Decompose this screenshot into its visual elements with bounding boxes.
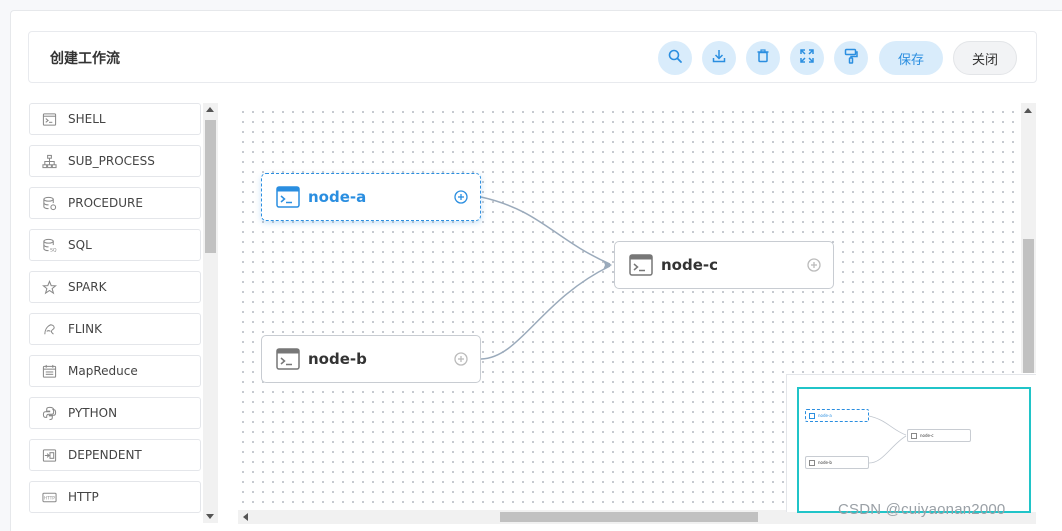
sidebar-item-label: MapReduce <box>68 364 138 378</box>
mini-shell-icon <box>809 413 815 419</box>
format-brush-icon <box>843 48 859 68</box>
sidebar-item-mapreduce[interactable]: MapReduce <box>29 355 201 387</box>
python-icon <box>41 405 57 421</box>
add-circle-icon[interactable] <box>454 352 468 366</box>
scroll-down-arrow-icon[interactable] <box>206 514 214 519</box>
minimap-node-a: node-a <box>805 409 869 422</box>
sidebar-item-sql[interactable]: SQL SQL <box>29 229 201 261</box>
sidebar-item-label: PYTHON <box>68 406 118 420</box>
minimap-edges <box>868 415 907 464</box>
flink-icon <box>41 321 57 337</box>
sidebar-item-shell[interactable]: SHELL <box>29 103 201 135</box>
download-button[interactable] <box>702 41 736 75</box>
sidebar-item-label: SHELL <box>68 112 106 126</box>
delete-icon <box>755 48 771 68</box>
sidebar-item-python[interactable]: PYTHON <box>29 397 201 429</box>
task-type-sidebar: SHELL SUB_PROCESS PROCEDURE SQL SQL SPAR… <box>29 103 219 523</box>
delete-button[interactable] <box>746 41 780 75</box>
svg-text:SQL: SQL <box>49 247 56 252</box>
spark-icon <box>41 279 57 295</box>
scroll-left-arrow-icon[interactable] <box>243 513 248 521</box>
sidebar-item-label: DEPENDENT <box>68 448 142 462</box>
sidebar-item-procedure[interactable]: PROCEDURE <box>29 187 201 219</box>
minimap-node-label: node-b <box>818 460 832 465</box>
sidebar-item-label: PROCEDURE <box>68 196 143 210</box>
dependent-icon <box>41 447 57 463</box>
node-label: node-b <box>308 350 367 368</box>
mapreduce-icon <box>41 363 57 379</box>
mini-shell-icon <box>809 460 815 466</box>
scroll-up-arrow-icon[interactable] <box>206 107 214 112</box>
sidebar-item-label: SPARK <box>68 280 107 294</box>
sidebar-item-label: HTTP <box>68 490 99 504</box>
scrollbar-thumb[interactable] <box>205 120 216 253</box>
minimap-node-b: node-b <box>805 456 869 469</box>
scroll-up-arrow-icon[interactable] <box>1024 108 1032 113</box>
http-icon: HTTP <box>41 489 57 505</box>
download-icon <box>711 48 727 68</box>
sidebar-item-dependent[interactable]: DEPENDENT <box>29 439 201 471</box>
node-label: node-a <box>308 188 367 206</box>
page-title: 创建工作流 <box>50 51 120 67</box>
sidebar-item-sub-process[interactable]: SUB_PROCESS <box>29 145 201 177</box>
minimap-node-label: node-c <box>920 433 934 438</box>
format-button[interactable] <box>834 41 868 75</box>
add-circle-icon[interactable] <box>454 190 468 204</box>
save-button[interactable]: 保存 <box>879 41 943 75</box>
sub-process-icon <box>41 153 57 169</box>
sidebar-item-spark[interactable]: SPARK <box>29 271 201 303</box>
fullscreen-icon <box>799 48 815 68</box>
sidebar-item-label: SQL <box>68 238 92 252</box>
sql-icon: SQL <box>41 237 57 253</box>
shell-node-icon <box>276 348 300 370</box>
watermark: CSDN @cuiyaonan2000 <box>838 501 1006 518</box>
node-label: node-c <box>661 256 719 274</box>
toolbar: 创建工作流 保存 关闭 <box>28 31 1037 83</box>
minimap[interactable]: node-a node-b node-c <box>786 374 1036 513</box>
shell-node-icon <box>276 186 300 208</box>
shell-node-icon <box>629 254 653 276</box>
shell-icon <box>41 111 57 127</box>
scrollbar-thumb[interactable] <box>500 512 758 522</box>
minimap-node-c: node-c <box>907 429 971 442</box>
dag-node-a[interactable]: node-a <box>261 173 481 221</box>
search-button[interactable] <box>658 41 692 75</box>
minimap-node-label: node-a <box>818 413 832 418</box>
fullscreen-button[interactable] <box>790 41 824 75</box>
sidebar-item-label: SUB_PROCESS <box>68 154 155 168</box>
add-circle-icon[interactable] <box>807 258 821 272</box>
procedure-icon <box>41 195 57 211</box>
dag-node-b[interactable]: node-b <box>261 335 481 383</box>
svg-text:HTTP: HTTP <box>43 495 54 501</box>
close-button[interactable]: 关闭 <box>953 41 1017 75</box>
scrollbar-thumb[interactable] <box>1023 239 1034 373</box>
canvas-vertical-scrollbar[interactable] <box>1021 103 1036 373</box>
dag-node-c[interactable]: node-c <box>614 241 834 289</box>
mini-shell-icon <box>911 433 917 439</box>
sidebar-item-http[interactable]: HTTP HTTP <box>29 481 201 513</box>
search-icon <box>667 48 683 68</box>
sidebar-item-label: FLINK <box>68 322 102 336</box>
sidebar-item-flink[interactable]: FLINK <box>29 313 201 345</box>
sidebar-scrollbar[interactable] <box>203 103 218 523</box>
